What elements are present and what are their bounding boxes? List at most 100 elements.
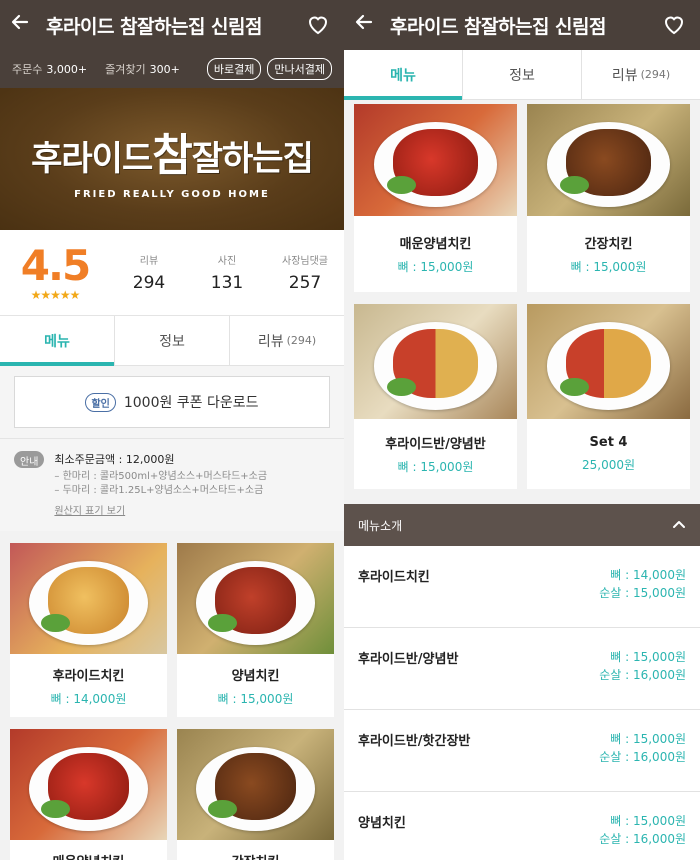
- menu-name: 후라이드반/양념반: [358, 652, 459, 667]
- photo-stat-value: 131: [210, 273, 244, 293]
- notice-line-single: – 한마리 : 콜라500ml+양념소스+머스타드+소금: [54, 471, 268, 482]
- chevron-up-icon[interactable]: [672, 517, 686, 533]
- menu-grid: 매운양념치킨 뼈 : 15,000원 간장치킨 뼈 : 15,000원 후라이드…: [344, 104, 700, 489]
- rating-score: 4.5: [20, 240, 91, 290]
- menu-name: 후라이드치킨: [52, 668, 125, 684]
- review-stat-label: 리뷰: [139, 256, 159, 267]
- seasoned-chicken-photo: [177, 543, 334, 654]
- menu-card[interactable]: 양념치킨 뼈 : 15,000원: [177, 543, 334, 717]
- menu-card[interactable]: 간장치킨 뼈 : 15,000원: [527, 104, 690, 292]
- fried-chicken-photo: [10, 543, 167, 654]
- rating-score-box: 4.5 ★★★★★: [0, 240, 110, 302]
- tab-info[interactable]: 정보: [114, 316, 229, 365]
- soy-chicken-photo: [527, 104, 690, 216]
- set-menu-photo: [527, 304, 690, 419]
- menu-card[interactable]: 후라이드반/양념반 뼈 : 15,000원: [354, 304, 517, 489]
- menu-card[interactable]: 간장치킨 뼈 : 15,000원: [177, 729, 334, 860]
- menu-card[interactable]: 후라이드치킨 뼈 : 14,000원: [10, 543, 167, 717]
- boneless-price: 순살 : 15,000원: [599, 586, 686, 600]
- tab-menu[interactable]: 메뉴: [0, 316, 114, 366]
- back-arrow-icon[interactable]: [354, 12, 382, 38]
- order-notice: 안내 최소주문금액 : 12,000원 – 한마리 : 콜라500ml+양념소스…: [0, 438, 344, 531]
- store-stats-bar: 주문수 3,000+ 즐겨찾기 300+ 바로결제 만나서결제: [0, 50, 344, 88]
- app-header: 후라이드 참잘하는집 신림점: [344, 0, 700, 50]
- coupon-section: 할인 1000원 쿠폰 다운로드: [0, 366, 344, 438]
- menu-price: 뼈 : 15,000원: [570, 260, 647, 274]
- tab-review-count: (294): [286, 334, 317, 347]
- menu-price: 뼈 : 15,000원: [217, 691, 294, 706]
- menu-grid: 후라이드치킨 뼈 : 14,000원 양념치킨 뼈 : 15,000원 매운양념…: [0, 531, 344, 860]
- bone-in-price: 뼈 : 15,000원: [610, 650, 686, 664]
- half-half-chicken-photo: [354, 304, 517, 419]
- menu-name: 후라이드반/양념반: [385, 437, 486, 452]
- soy-chicken-photo: [177, 729, 334, 840]
- coupon-text: 1000원 쿠폰 다운로드: [123, 395, 259, 411]
- menu-name: 매운양념치킨: [53, 851, 125, 860]
- list-item[interactable]: 후라이드반/핫간장반 뼈 : 15,000원 순살 : 16,000원: [344, 710, 700, 792]
- heart-icon[interactable]: [306, 12, 330, 40]
- spicy-chicken-photo: [10, 729, 167, 840]
- notice-badge: 안내: [14, 451, 45, 468]
- review-stat-value: 294: [132, 273, 166, 293]
- menu-intro-header[interactable]: 메뉴소개: [344, 504, 700, 546]
- menu-intro-title: 메뉴소개: [358, 518, 403, 533]
- origin-info-link[interactable]: 원산지 표기 보기: [54, 502, 267, 517]
- boneless-price: 순살 : 16,000원: [599, 832, 686, 846]
- list-item[interactable]: 후라이드반/양념반 뼈 : 15,000원 순살 : 16,000원: [344, 628, 700, 710]
- tab-review-label: 리뷰: [611, 67, 638, 84]
- tab-review-count: (294): [640, 68, 671, 81]
- store-logo-banner: 후라이드참잘하는집 FRIED REALLY GOOD HOME: [0, 88, 344, 230]
- menu-name: Set 4: [589, 435, 628, 450]
- menu-card[interactable]: 매운양념치킨 뼈 : 15,000원: [354, 104, 517, 292]
- spicy-chicken-photo: [354, 104, 517, 216]
- menu-name: 양념치킨: [358, 816, 406, 831]
- bone-in-price: 뼈 : 14,000원: [610, 568, 686, 582]
- photo-stat[interactable]: 사진 131: [188, 252, 266, 293]
- store-logo: 후라이드참잘하는집: [31, 119, 314, 183]
- tab-review[interactable]: 리뷰 (294): [229, 316, 344, 365]
- owner-reply-stat[interactable]: 사장님댓글 257: [266, 252, 344, 293]
- tab-review[interactable]: 리뷰 (294): [581, 50, 700, 99]
- tab-info[interactable]: 정보: [462, 50, 581, 99]
- menu-card[interactable]: Set 4 25,000원: [527, 304, 690, 489]
- menu-price: 뼈 : 14,000원: [50, 691, 127, 706]
- order-count-label: 주문수: [12, 63, 43, 76]
- bone-in-price: 뼈 : 15,000원: [610, 732, 686, 746]
- pay-now-badge: 바로결제: [206, 58, 262, 80]
- back-arrow-icon[interactable]: [10, 12, 38, 38]
- app-header: 후라이드 참잘하는집 신림점: [0, 0, 344, 50]
- notice-line-double: – 두마리 : 콜라1.25L+양념소스+머스타드+소금: [54, 485, 264, 496]
- menu-price: 뼈 : 15,000원: [397, 460, 474, 474]
- min-order-text: 최소주문금액 : 12,000원: [54, 453, 175, 466]
- list-item[interactable]: 양념치킨 뼈 : 15,000원 순살 : 16,000원: [344, 792, 700, 860]
- store-title: 후라이드 참잘하는집 신림점: [390, 15, 607, 38]
- store-screen-scrolled: 후라이드 참잘하는집 신림점 메뉴 정보 리뷰 (294) 매운양념치킨 뼈 : …: [344, 0, 700, 860]
- logo-text-post: 잘하는집: [191, 138, 314, 179]
- menu-name: 매운양념치킨: [399, 237, 472, 252]
- tab-menu[interactable]: 메뉴: [344, 50, 462, 100]
- menu-intro-list: 후라이드치킨 뼈 : 14,000원 순살 : 15,000원 후라이드반/양념…: [344, 546, 700, 860]
- order-count: 3,000+: [46, 62, 88, 76]
- tab-review-label: 리뷰: [257, 333, 284, 350]
- menu-price: 뼈 : 15,000원: [397, 260, 474, 274]
- menu-name: 양념치킨: [231, 668, 280, 684]
- heart-icon[interactable]: [662, 12, 686, 40]
- boneless-price: 순살 : 16,000원: [599, 668, 686, 682]
- menu-name: 후라이드반/핫간장반: [358, 734, 471, 749]
- store-tabs: 메뉴 정보 리뷰 (294): [344, 50, 700, 100]
- rating-summary: 4.5 ★★★★★ 리뷰 294 사진 131 사장님댓글 257: [0, 230, 344, 316]
- discount-tag: 할인: [85, 392, 116, 412]
- owner-reply-stat-label: 사장님댓글: [282, 256, 328, 267]
- coupon-download-button[interactable]: 할인 1000원 쿠폰 다운로드: [14, 376, 330, 428]
- menu-price: 25,000원: [581, 458, 636, 472]
- favorite-count-label: 즐겨찾기: [105, 63, 146, 76]
- logo-english: FRIED REALLY GOOD HOME: [74, 188, 270, 200]
- pay-on-meet-badge: 만나서결제: [267, 58, 332, 80]
- review-stat[interactable]: 리뷰 294: [110, 252, 188, 293]
- logo-text-big: 참: [152, 129, 192, 181]
- store-screen-top: 후라이드 참잘하는집 신림점 주문수 3,000+ 즐겨찾기 300+ 바로결제…: [0, 0, 344, 860]
- menu-name: 간장치킨: [584, 237, 633, 252]
- menu-card[interactable]: 매운양념치킨 뼈 : 15,000원: [10, 729, 167, 860]
- boneless-price: 순살 : 16,000원: [599, 750, 686, 764]
- list-item[interactable]: 후라이드치킨 뼈 : 14,000원 순살 : 15,000원: [344, 546, 700, 628]
